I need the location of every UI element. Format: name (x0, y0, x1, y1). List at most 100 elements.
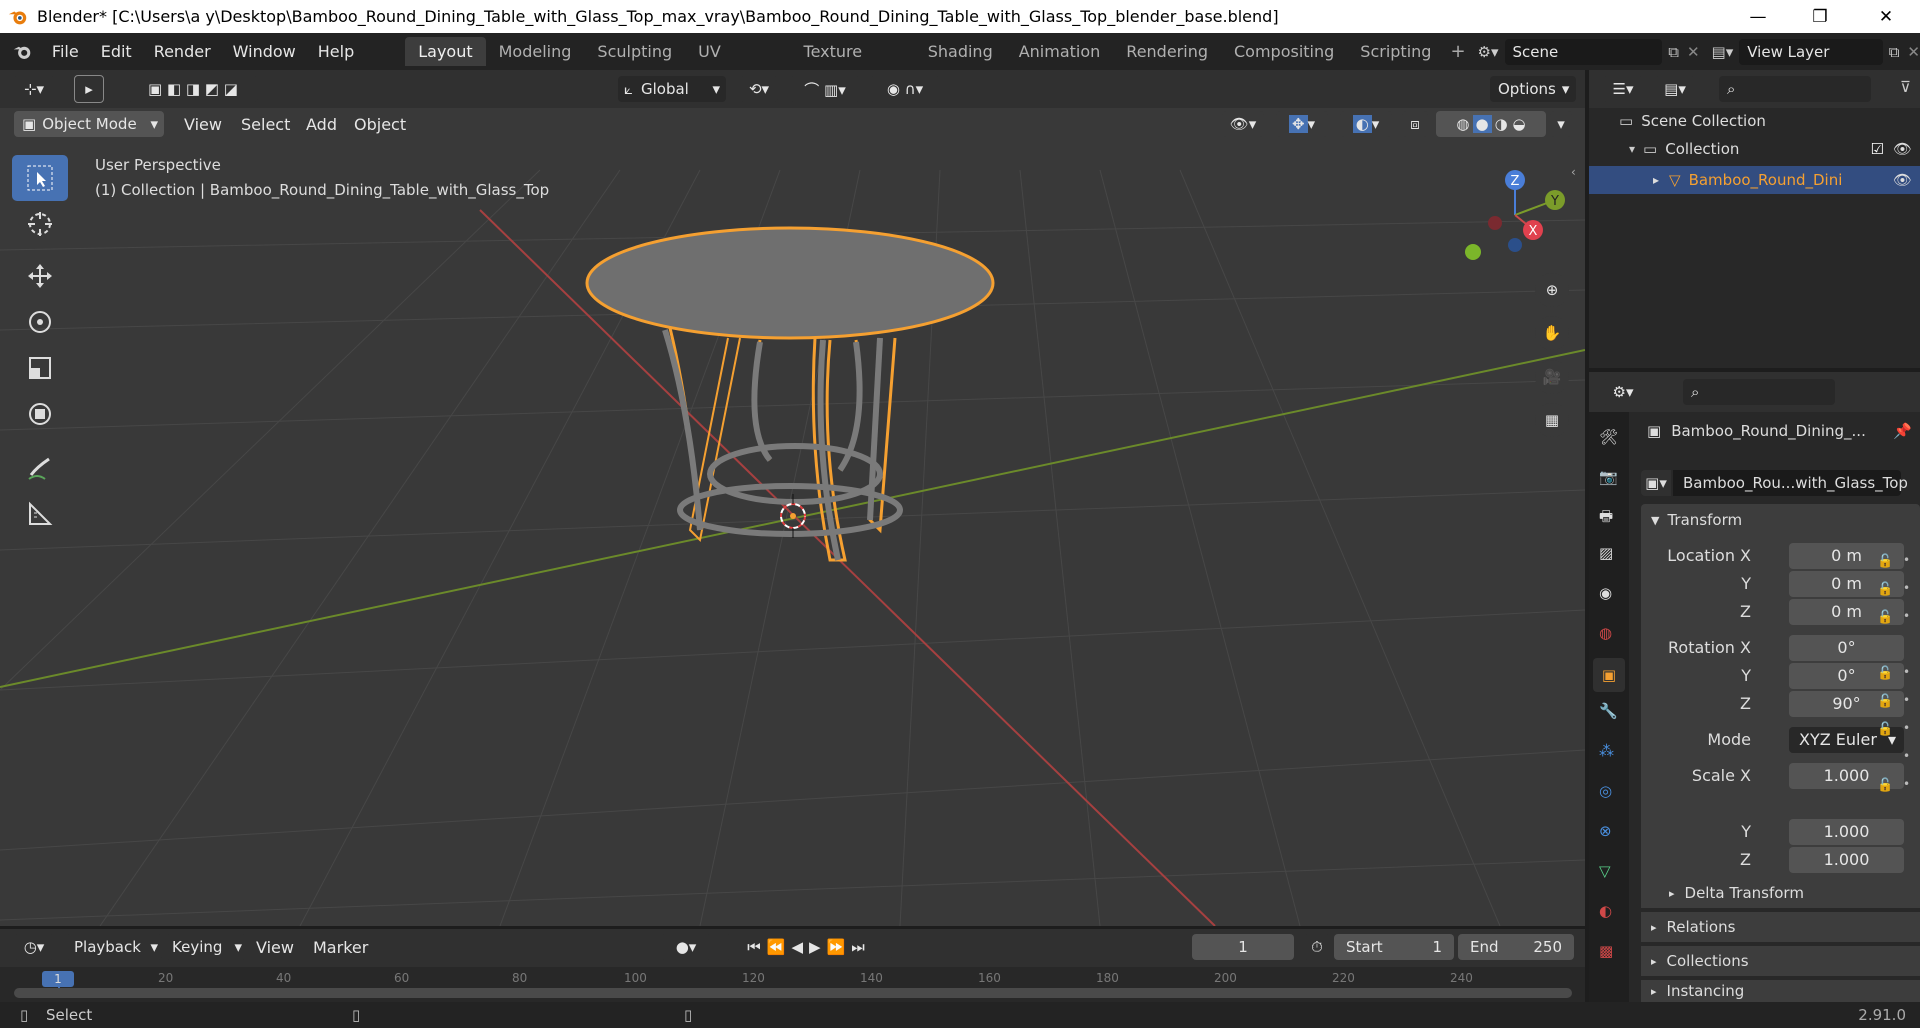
scene-collection-row[interactable]: ▭ Scene Collection (1619, 112, 1766, 130)
minimize-button[interactable]: — (1730, 0, 1786, 33)
eye-icon[interactable]: 👁 (1893, 171, 1912, 189)
object-tab-icon[interactable]: ▣ (1593, 658, 1625, 692)
navigation-gizmo[interactable]: Z Y X (1455, 160, 1575, 270)
preview-range-icon[interactable]: ⏱ (1304, 934, 1330, 960)
version-label: 2.91.0 (1858, 1006, 1906, 1024)
collapse-sidebar-icon[interactable]: ‹ (1571, 165, 1576, 179)
properties-search-input[interactable]: ⌕ (1683, 379, 1835, 405)
object-browse-icon[interactable]: ▣▾ (1641, 470, 1671, 496)
new-scene-icon[interactable]: ⧉ (1668, 43, 1679, 61)
tab-texture-paint[interactable]: Texture Paint (791, 37, 915, 90)
instancing-panel-header[interactable]: ▸ Instancing (1641, 980, 1920, 1002)
location-y-label: Y (1741, 574, 1751, 593)
outliner-search-input[interactable]: ⌕ (1719, 76, 1871, 102)
timeline-scrollbar[interactable] (14, 988, 1572, 998)
end-frame-field[interactable]: End 250 (1458, 934, 1574, 960)
modifier-tab-icon[interactable]: 🔧 (1599, 702, 1618, 720)
menu-help[interactable]: Help (307, 39, 365, 65)
tab-scripting[interactable]: Scripting (1347, 37, 1444, 66)
rotation-y-label: Y (1741, 666, 1751, 685)
relations-panel-header[interactable]: ▸ Relations (1641, 912, 1920, 942)
view-layer-selector-icon[interactable]: ▤▾ (1712, 43, 1734, 61)
outliner-panel: ☰▾ ▤▾ ⌕ ⊽ ▭ Scene Collection ▾ ▭ Collect… (1589, 70, 1920, 368)
keying-menu[interactable]: Keying ▾ (166, 934, 246, 960)
keyframe-dots[interactable]: • • • • • • • • (1903, 546, 1910, 798)
tab-uv-editing[interactable]: UV Editing (685, 37, 790, 90)
view-layer-tab-icon[interactable]: ▨ (1599, 544, 1613, 562)
scene-collection-icon: ▭ (1619, 112, 1634, 130)
menu-edit[interactable]: Edit (90, 39, 143, 65)
object-row[interactable]: ▸ ▽ Bamboo_Round_Dini 👁 (1589, 166, 1920, 194)
lock-icons[interactable]: 🔓 🔓 🔓 🔓 🔓 🔓 🔓 (1877, 548, 1893, 800)
camera-icon[interactable]: 🎥 (1535, 360, 1569, 394)
scale-y-field[interactable]: 1.000 (1789, 819, 1904, 845)
scale-z-field[interactable]: 1.000 (1789, 847, 1904, 873)
physics-tab-icon[interactable]: ◎ (1599, 782, 1612, 800)
tab-layout[interactable]: Layout (405, 37, 486, 66)
tab-rendering[interactable]: Rendering (1113, 37, 1221, 66)
render-tab-icon[interactable]: 📷 (1599, 468, 1618, 486)
properties-editor-type-icon[interactable]: ⚙▾ (1603, 379, 1643, 405)
tool-tab-icon[interactable]: 🛠 (1599, 428, 1618, 446)
auto-keying-icon[interactable]: ●▾ (661, 934, 711, 960)
delete-view-layer-icon[interactable]: ✕ (1907, 43, 1920, 61)
object-datablock-field[interactable]: Bamboo_Rou...with_Glass_Top (1673, 470, 1908, 496)
tab-compositing[interactable]: Compositing (1221, 37, 1347, 66)
world-tab-icon[interactable]: ◍ (1599, 624, 1612, 642)
current-frame-field[interactable]: 1 (1192, 934, 1294, 960)
menu-file[interactable]: File (41, 39, 90, 65)
close-window-button[interactable]: ✕ (1858, 0, 1914, 33)
filter-icon[interactable]: ⊽ (1900, 78, 1911, 96)
pin-icon[interactable]: 📌 (1893, 422, 1912, 440)
constraints-tab-icon[interactable]: ⊗ (1599, 822, 1612, 840)
display-mode-icon[interactable]: ▤▾ (1655, 76, 1695, 102)
tab-sculpting[interactable]: Sculpting (584, 37, 685, 66)
collections-panel-header[interactable]: ▸ Collections (1641, 946, 1920, 976)
collection-row[interactable]: ▾ ▭ Collection ☑ 👁 (1629, 140, 1920, 158)
scene-selector-icon[interactable]: ⚙▾ (1478, 43, 1499, 61)
timeline-editor-type-icon[interactable]: ◷▾ (14, 934, 54, 960)
scale-z-label: Z (1740, 850, 1751, 869)
outliner-editor-type-icon[interactable]: ☰▾ (1603, 76, 1643, 102)
start-frame-field[interactable]: Start 1 (1334, 934, 1454, 960)
menu-render[interactable]: Render (143, 39, 222, 65)
delta-transform-subpanel[interactable]: ▸ Delta Transform (1641, 878, 1920, 908)
add-workspace-icon[interactable]: + (1450, 41, 1465, 62)
data-tab-icon[interactable]: ▽ (1599, 862, 1611, 880)
menu-window[interactable]: Window (222, 39, 307, 65)
new-view-layer-icon[interactable]: ⧉ (1889, 43, 1900, 61)
marker-menu[interactable]: Marker (313, 938, 368, 957)
view-layer-field[interactable]: View Layer (1739, 38, 1883, 65)
expand-arrow-icon[interactable]: ▾ (1629, 142, 1635, 156)
timeline-view-menu[interactable]: View (256, 938, 294, 957)
expand-arrow-icon: ▼ (1651, 513, 1660, 527)
exclude-checkbox[interactable]: ☑ (1871, 140, 1884, 158)
timeline-area[interactable]: 1 20 40 60 80 100 120 140 160 180 200 22… (0, 967, 1585, 1002)
tab-modeling[interactable]: Modeling (486, 37, 585, 66)
perspective-toggle-icon[interactable]: ▦ (1535, 403, 1569, 437)
tab-shading[interactable]: Shading (915, 37, 1006, 66)
scene-name-field[interactable]: Scene (1504, 38, 1663, 65)
location-z-label: Z (1740, 602, 1751, 621)
output-tab-icon[interactable]: 🖶 (1599, 506, 1613, 531)
chevron-down-icon: ▾ (234, 938, 242, 956)
delete-scene-icon[interactable]: ✕ (1687, 43, 1700, 61)
bamboo-table-object[interactable] (0, 70, 1585, 926)
zoom-icon[interactable]: ⊕ (1535, 273, 1569, 307)
window-titlebar: Blender* [C:\Users\a y\Desktop\Bamboo_Ro… (0, 0, 1920, 33)
particles-tab-icon[interactable]: ⁂ (1599, 742, 1614, 760)
transform-panel-header[interactable]: ▼ Transform (1641, 504, 1920, 536)
texture-tab-icon[interactable]: ▩ (1599, 942, 1613, 960)
scene-tab-icon[interactable]: ◉ (1599, 584, 1612, 602)
material-tab-icon[interactable]: ◐ (1599, 902, 1612, 920)
maximize-button[interactable]: ❐ (1792, 0, 1848, 33)
playback-menu[interactable]: Playback ▾ (66, 934, 162, 960)
expand-arrow-icon[interactable]: ▸ (1653, 173, 1659, 187)
3d-viewport[interactable]: ⊹▾ ▸ ▣ ◧ ◨ ◩ ◪ ⟀ Global ▾ ⟲▾ ⌒ ▥▾ ◉ ∩▾ O… (0, 70, 1585, 926)
eye-icon[interactable]: 👁 (1893, 140, 1912, 158)
tab-animation[interactable]: Animation (1006, 37, 1114, 66)
blender-logo-icon (8, 11, 27, 24)
pan-hand-icon[interactable]: ✋ (1535, 316, 1569, 350)
blender-menu-icon[interactable] (12, 41, 33, 63)
playback-controls[interactable]: ⏮⏪◀▶⏩⏭ (726, 934, 892, 960)
